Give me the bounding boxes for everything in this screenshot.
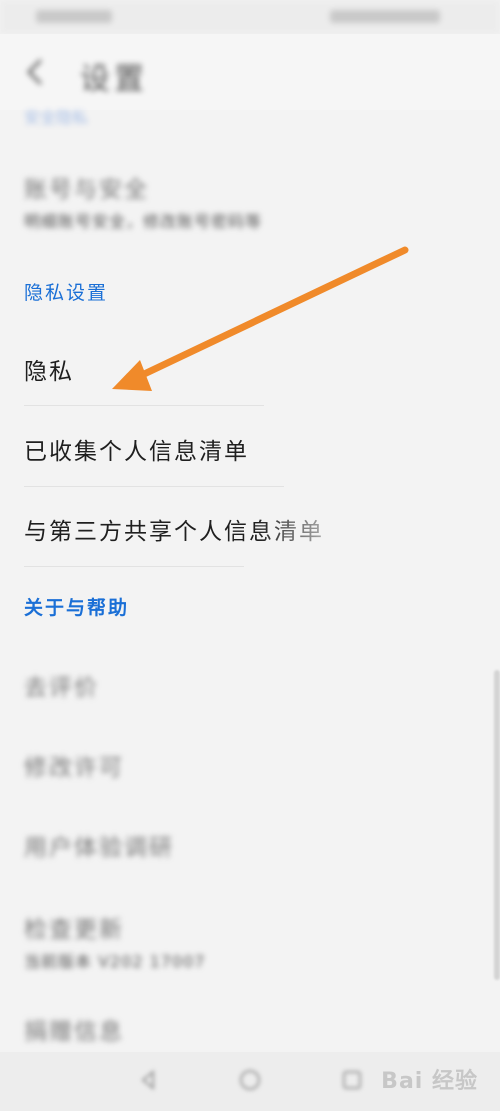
home-icon[interactable]	[238, 1068, 262, 1092]
item-title: 修改许可	[24, 755, 124, 781]
chevron-left-icon[interactable]	[24, 58, 44, 86]
item-title: 去评价	[24, 675, 99, 701]
app-header: 设置	[0, 34, 500, 110]
list-item-donation[interactable]: 捐赠信息	[24, 1012, 124, 1046]
section-header-security: 安全隐私	[24, 108, 89, 127]
item-subtitle: 当前版本 V202 17007	[24, 952, 206, 971]
status-bar	[0, 0, 500, 34]
item-subtitle: 明细账号安全，修改账号密码等	[24, 212, 263, 231]
list-item-rate[interactable]: 去评价	[24, 668, 99, 702]
item-title: 捐赠信息	[24, 1019, 124, 1045]
page-title: 设置	[80, 62, 148, 97]
list-item-check-update[interactable]: 检查更新 当前版本 V202 17007	[24, 910, 206, 972]
divider	[24, 486, 284, 487]
item-title: 已收集个人信息清单	[24, 439, 249, 465]
divider	[24, 405, 264, 406]
back-icon[interactable]	[136, 1068, 160, 1092]
section-header-help: 关于与帮助	[24, 597, 130, 619]
divider	[24, 566, 244, 567]
list-item-account-security[interactable]: 账号与安全 明细账号安全，修改账号密码等	[24, 170, 262, 232]
item-title: 检查更新	[24, 917, 124, 943]
list-item-privacy[interactable]: 隐私	[24, 352, 74, 386]
section-header-privacy: 隐私设置	[24, 282, 109, 304]
status-indicators-right	[330, 10, 440, 23]
item-title: 用户体验调研	[24, 835, 174, 861]
recent-icon[interactable]	[340, 1068, 364, 1092]
item-title: 隐私	[24, 359, 74, 385]
list-item-survey[interactable]: 用户体验调研	[24, 828, 174, 862]
item-title: 与第三方共享个人信息清单	[24, 519, 324, 545]
list-item-collected-info[interactable]: 已收集个人信息清单	[24, 432, 249, 466]
status-indicators-left	[36, 10, 112, 23]
list-item-third-party-info[interactable]: 与第三方共享个人信息清单	[24, 512, 324, 546]
scrollbar[interactable]	[494, 670, 500, 980]
watermark-logo: Bai 经验	[381, 1069, 478, 1094]
list-item-license[interactable]: 修改许可	[24, 748, 124, 782]
item-title: 账号与安全	[24, 177, 149, 203]
